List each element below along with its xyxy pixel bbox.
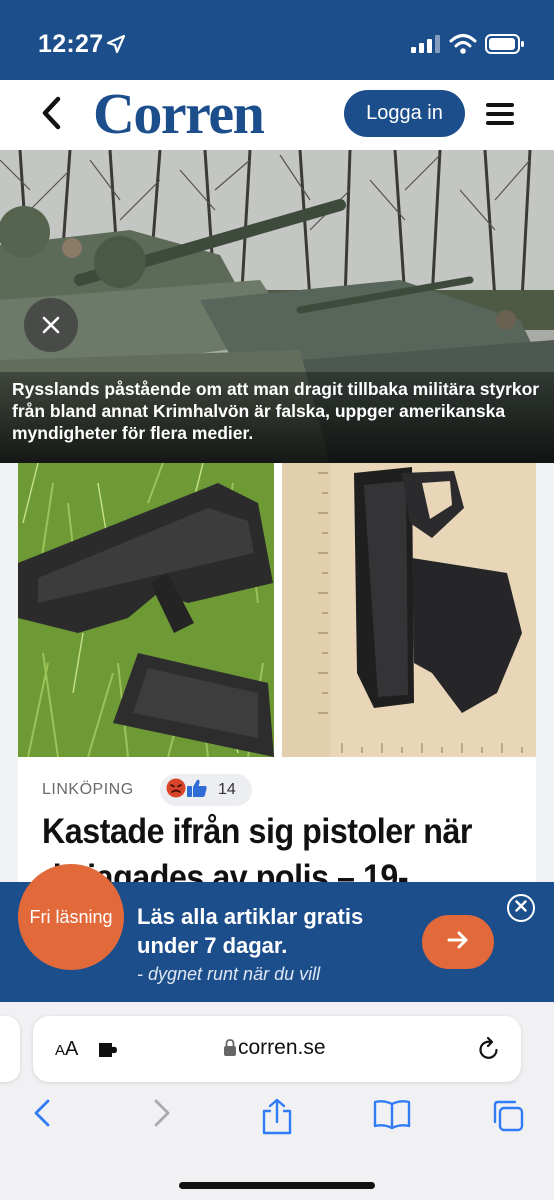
reactions-badge[interactable]: 14 bbox=[160, 774, 252, 806]
address-bar[interactable]: AA corren.se bbox=[33, 1016, 521, 1082]
arrow-right-icon bbox=[447, 931, 469, 954]
hero-caption[interactable]: Rysslands påstående om att man dragit ti… bbox=[0, 372, 554, 463]
extension-icon[interactable] bbox=[97, 1040, 123, 1065]
promo-subtitle: - dygnet runt när du vill bbox=[137, 964, 321, 984]
forward-icon[interactable] bbox=[152, 1098, 172, 1133]
close-icon[interactable] bbox=[24, 298, 78, 352]
site-header: Corren Logga in bbox=[0, 80, 554, 150]
bookmarks-icon[interactable] bbox=[372, 1098, 412, 1135]
home-indicator bbox=[179, 1182, 375, 1189]
promo-arrow-button[interactable] bbox=[422, 915, 494, 969]
site-logo[interactable]: Corren bbox=[93, 82, 265, 146]
reaction-count: 14 bbox=[218, 781, 236, 798]
status-bar: 12:27 bbox=[0, 0, 554, 80]
hero-image[interactable]: Rysslands påstående om att man dragit ti… bbox=[0, 150, 554, 463]
battery-icon bbox=[485, 33, 525, 60]
angry-face-icon bbox=[166, 778, 186, 803]
location-arrow-icon bbox=[106, 34, 126, 59]
browser-nav-bar bbox=[0, 1098, 554, 1138]
reload-icon[interactable] bbox=[477, 1036, 501, 1067]
text-size-icon[interactable]: AA bbox=[55, 1038, 78, 1061]
article-image-left bbox=[18, 463, 274, 757]
wifi-icon bbox=[449, 33, 477, 60]
back-chevron-icon[interactable] bbox=[40, 96, 62, 135]
tabs-icon[interactable] bbox=[490, 1098, 526, 1139]
promo-badge: Fri läsning bbox=[18, 864, 124, 970]
promo-close-button[interactable] bbox=[507, 894, 535, 922]
previous-tab-preview[interactable] bbox=[0, 1016, 20, 1082]
lock-icon bbox=[223, 1038, 237, 1063]
share-icon[interactable] bbox=[260, 1098, 294, 1141]
back-icon[interactable] bbox=[32, 1098, 52, 1133]
thumbs-up-icon bbox=[186, 778, 208, 803]
login-button[interactable]: Logga in bbox=[344, 90, 465, 137]
promo-banner[interactable]: Fri läsning Läs alla artiklar gratis und… bbox=[0, 864, 554, 1002]
browser-toolbar: AA corren.se bbox=[0, 1002, 554, 1200]
signal-icon bbox=[411, 34, 441, 59]
article-image-right bbox=[282, 463, 536, 757]
url-text[interactable]: corren.se bbox=[238, 1036, 326, 1060]
status-time: 12:27 bbox=[38, 30, 104, 58]
article-section[interactable]: LINKÖPING bbox=[42, 781, 134, 799]
close-circle-icon bbox=[515, 899, 527, 917]
promo-title: Läs alla artiklar gratis under 7 dagar. bbox=[137, 904, 364, 958]
hamburger-menu-icon[interactable] bbox=[486, 102, 514, 131]
